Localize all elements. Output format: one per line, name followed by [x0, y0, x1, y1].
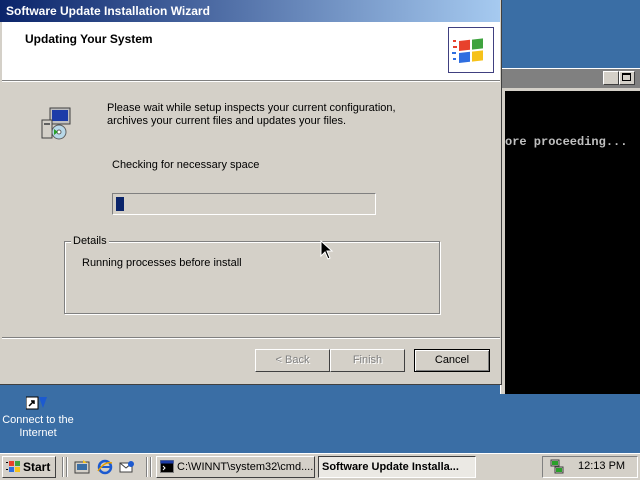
dialog-title: Software Update Installation Wizard — [6, 4, 210, 18]
progress-bar — [112, 193, 376, 215]
internet-explorer-icon[interactable] — [97, 459, 113, 475]
details-text: Running processes before install — [82, 257, 242, 269]
minimize-button[interactable] — [603, 71, 619, 85]
desktop-icon-label[interactable]: Connect to the Internet — [2, 414, 74, 440]
wizard-dialog: Software Update Installation Wizard Upda… — [0, 0, 502, 385]
network-tray-icon[interactable] — [549, 459, 565, 475]
console-text: ore proceeding... — [505, 135, 628, 149]
details-label: Details — [71, 235, 109, 247]
taskbar-item-label: Software Update Installa... — [322, 461, 459, 473]
start-button[interactable]: Start — [2, 456, 56, 478]
taskbar-item-cmd[interactable]: C:\WINNT\system32\cmd.... — [156, 456, 315, 478]
details-group — [64, 241, 440, 314]
clock[interactable]: 12:13 PM — [578, 460, 625, 472]
header-divider — [2, 80, 500, 82]
taskbar-divider — [66, 457, 68, 477]
dialog-titlebar[interactable]: Software Update Installation Wizard — [0, 0, 500, 22]
console-window-icon — [160, 460, 174, 473]
footer-divider — [2, 337, 500, 339]
taskbar-divider — [150, 457, 152, 477]
connect-internet-icon[interactable] — [25, 396, 48, 410]
status-text: Checking for necessary space — [112, 159, 260, 171]
wizard-header: Updating Your System — [2, 22, 500, 80]
windows-flag-icon — [6, 461, 20, 472]
start-label: Start — [23, 460, 51, 474]
maximize-icon — [622, 73, 631, 81]
windows-logo-icon — [448, 27, 494, 73]
progress-fill — [116, 197, 124, 211]
mouse-cursor-icon — [320, 240, 334, 260]
taskbar-item-wizard[interactable]: Software Update Installa... — [318, 456, 476, 478]
finish-button[interactable]: Finish — [330, 349, 405, 372]
taskbar-item-label: C:\WINNT\system32\cmd.... — [177, 461, 314, 473]
header-title: Updating Your System — [25, 32, 153, 46]
cancel-button[interactable]: Cancel — [414, 349, 490, 372]
taskbar-divider — [146, 457, 148, 477]
wizard-message: Please wait while setup inspects your cu… — [107, 102, 396, 127]
back-button[interactable]: < Back — [255, 349, 330, 372]
setup-computer-icon — [40, 106, 74, 142]
maximize-button[interactable] — [619, 71, 635, 85]
show-desktop-icon[interactable] — [74, 459, 90, 475]
console-window[interactable]: ore proceeding... — [500, 68, 640, 394]
outlook-express-icon[interactable] — [119, 459, 135, 475]
taskbar-divider — [62, 457, 64, 477]
